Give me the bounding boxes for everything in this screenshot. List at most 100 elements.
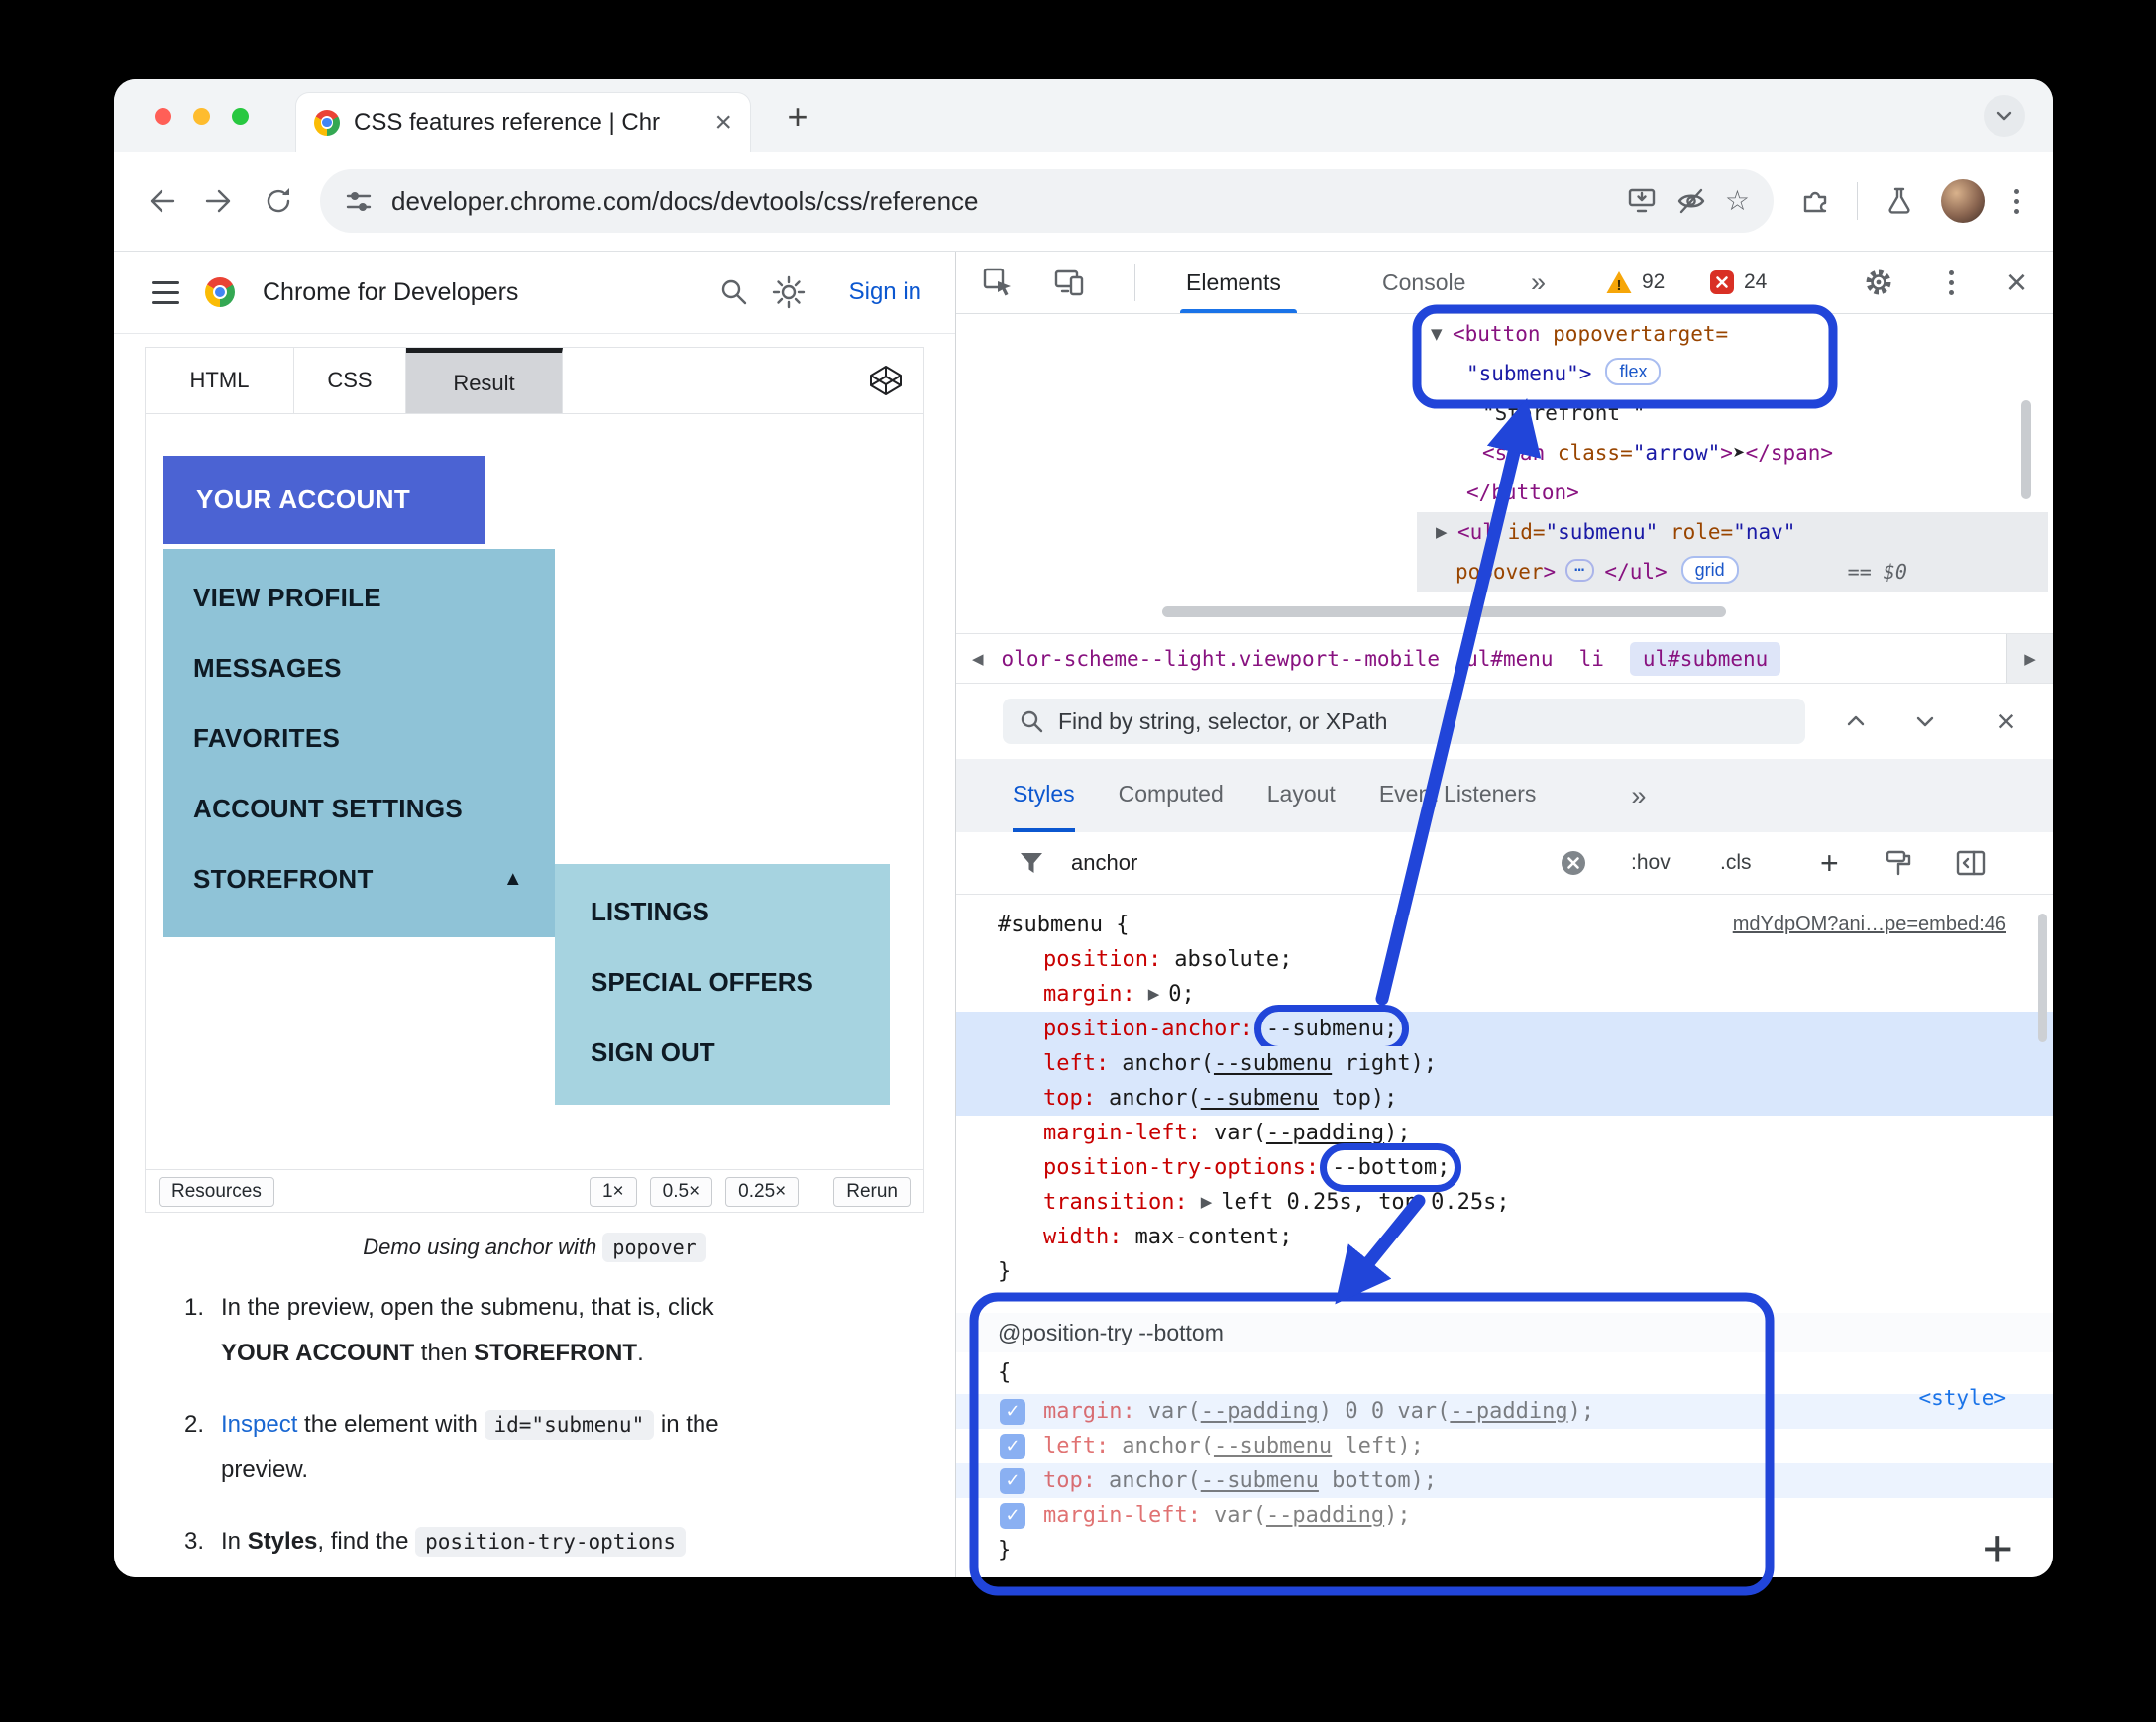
devtools-menu-button[interactable] [1945,252,1958,313]
site-settings-icon[interactable] [344,186,374,216]
tab-layout[interactable]: Layout [1267,759,1336,832]
toggle-hover-button[interactable]: :hov [1631,851,1671,875]
crumb-li[interactable]: li [1579,647,1604,671]
tree-row-ul-submenu[interactable]: ▶ <ul id="submenu" role="nav" [1417,512,2048,552]
search-icon[interactable] [718,276,750,308]
hamburger-menu-icon[interactable] [148,277,183,308]
crumb-scroll-right-icon[interactable]: ▶ [2006,634,2053,683]
find-close-button[interactable]: × [1987,701,2026,741]
devtools-tab-console[interactable]: Console [1382,269,1465,296]
try-prop-margin[interactable]: ✓ margin: var(--padding) 0 0 var(--padding… [956,1394,2053,1429]
submenu-item-sign-out[interactable]: SIGN OUT [555,1018,890,1088]
tree-line-button-open[interactable]: ▼ <button popovertarget= [1417,314,2048,354]
try-prop-left[interactable]: ✓ left: anchor(--submenu left); [956,1429,2053,1463]
prop-top[interactable]: top: anchor(--submenu top); [956,1081,2053,1116]
tab-event-listeners[interactable]: Event Listeners [1379,759,1537,832]
reload-button[interactable] [263,185,294,217]
expand-closed-icon[interactable]: ▶ [1436,512,1457,552]
resources-button[interactable]: Resources [159,1177,274,1207]
try-prop-margin-left[interactable]: ✓ margin-left: var(--padding); [956,1498,2053,1533]
prop-margin-left[interactable]: margin-left: var(--padding); [956,1116,2053,1150]
menu-item-view-profile[interactable]: VIEW PROFILE [163,563,555,633]
devtools-tab-elements[interactable]: Elements [1186,269,1281,296]
add-rule-plus-button[interactable]: + [1982,1518,2013,1577]
back-button[interactable] [144,185,177,217]
rendering-emulation-button[interactable] [1884,832,1913,894]
horizontal-scrollbar[interactable] [1162,606,1726,617]
tab-search-button[interactable] [1984,95,2025,137]
find-next-button[interactable] [1905,701,1945,741]
prop-position[interactable]: position: absolute; [956,942,2053,977]
filter-clear-button[interactable] [1559,832,1588,894]
url-text[interactable]: developer.chrome.com/docs/devtools/css/r… [391,186,1608,217]
your-account-button[interactable]: YOUR ACCOUNT [163,456,485,544]
prop-width[interactable]: width: max-content; [956,1220,2053,1254]
tab-html[interactable]: HTML [146,348,294,413]
experiments-flask-icon[interactable] [1884,185,1915,217]
speed-1x-button[interactable]: 1× [589,1177,637,1207]
crumb-ul-menu[interactable]: ul#menu [1465,647,1554,671]
crumb-body-class[interactable]: olor-scheme--light.viewport--mobile [1002,647,1441,671]
devtools-close-button[interactable]: × [2006,252,2027,313]
install-icon[interactable] [1626,185,1658,217]
tree-row-ul-submenu-close[interactable]: popover> ⋯ </ul> grid == $0 [1417,552,2048,592]
menu-item-storefront[interactable]: STOREFRONT ▲ [163,844,555,915]
forward-button[interactable] [203,185,237,217]
tab-result[interactable]: Result [406,348,563,413]
prop-left[interactable]: left: anchor(--submenu right); [956,1046,2053,1081]
find-input[interactable]: Find by string, selector, or XPath [1003,699,1805,744]
prop-position-try-options[interactable]: position-try-options: --bottom; [956,1143,2053,1192]
eye-off-icon[interactable] [1675,185,1707,217]
property-checkbox[interactable]: ✓ [1000,1503,1025,1529]
new-tab-button[interactable]: + [776,95,819,139]
more-panel-tabs-icon[interactable]: » [1631,781,1646,811]
site-brand[interactable]: Chrome for Developers [263,278,697,307]
browser-menu-kebab-icon[interactable] [2010,185,2023,218]
url-bar[interactable]: developer.chrome.com/docs/devtools/css/r… [320,169,1774,233]
tree-line-span-arrow[interactable]: <span class="arrow">➤</span> [1417,433,2048,473]
menu-item-account-settings[interactable]: ACCOUNT SETTINGS [163,774,555,844]
filter-query[interactable]: anchor [1071,850,1137,876]
tab-styles[interactable]: Styles [1013,759,1075,832]
grid-badge[interactable]: grid [1680,556,1739,584]
prop-position-anchor[interactable]: position-anchor: --submenu; [956,1005,2053,1053]
traffic-light-close[interactable] [155,108,171,125]
tree-line-button-attr[interactable]: "submenu"> flex [1417,354,2048,393]
vertical-scrollbar[interactable] [2021,400,2031,499]
constructed-style-link[interactable]: <style> [1918,1386,2006,1410]
property-checkbox[interactable]: ✓ [1000,1434,1025,1459]
tab-close-icon[interactable]: × [714,107,732,138]
new-style-rule-button[interactable]: + [1820,845,1839,882]
find-previous-button[interactable] [1836,701,1876,741]
bookmark-star-icon[interactable]: ☆ [1725,187,1750,215]
expand-value-icon[interactable]: ▶ [1201,1185,1213,1220]
collapsed-children-icon[interactable]: ⋯ [1565,559,1595,582]
prop-margin[interactable]: margin: ▶ 0; [956,977,2053,1012]
sign-in-link[interactable]: Sign in [849,278,921,306]
property-checkbox[interactable]: ✓ [1000,1468,1025,1494]
property-checkbox[interactable]: ✓ [1000,1399,1025,1425]
traffic-light-minimize[interactable] [193,108,210,125]
extensions-puzzle-icon[interactable] [1799,185,1831,217]
rerun-button[interactable]: Rerun [833,1177,911,1207]
browser-tab[interactable]: CSS features reference | Chr × [295,92,751,152]
errors-count[interactable]: 24 [1709,252,1767,313]
rule-selector[interactable]: #submenu {mdYdpOM?ani…pe=embed:46 [956,908,2053,942]
profile-avatar[interactable] [1941,179,1985,223]
speed-05x-button[interactable]: 0.5× [649,1177,713,1207]
styles-scrollbar[interactable] [2038,914,2047,1042]
tab-css[interactable]: CSS [294,348,406,413]
menu-item-favorites[interactable]: FAVORITES [163,703,555,774]
more-tabs-icon[interactable]: » [1531,268,1546,298]
expand-open-icon[interactable]: ▼ [1431,314,1453,354]
submenu-item-special-offers[interactable]: SPECIAL OFFERS [555,947,890,1018]
tree-line-text-storefront[interactable]: "Storefront " [1417,393,2048,433]
traffic-light-maximize[interactable] [232,108,249,125]
submenu-item-listings[interactable]: LISTINGS [555,877,890,947]
inspect-link[interactable]: Inspect [221,1411,297,1438]
warnings-count[interactable]: ! 92 [1605,252,1665,313]
inspect-element-button[interactable] [982,252,1014,313]
flex-badge[interactable]: flex [1605,358,1662,385]
devtools-settings-button[interactable] [1863,252,1894,313]
position-try-header[interactable]: @position-try --bottom [956,1313,2053,1352]
